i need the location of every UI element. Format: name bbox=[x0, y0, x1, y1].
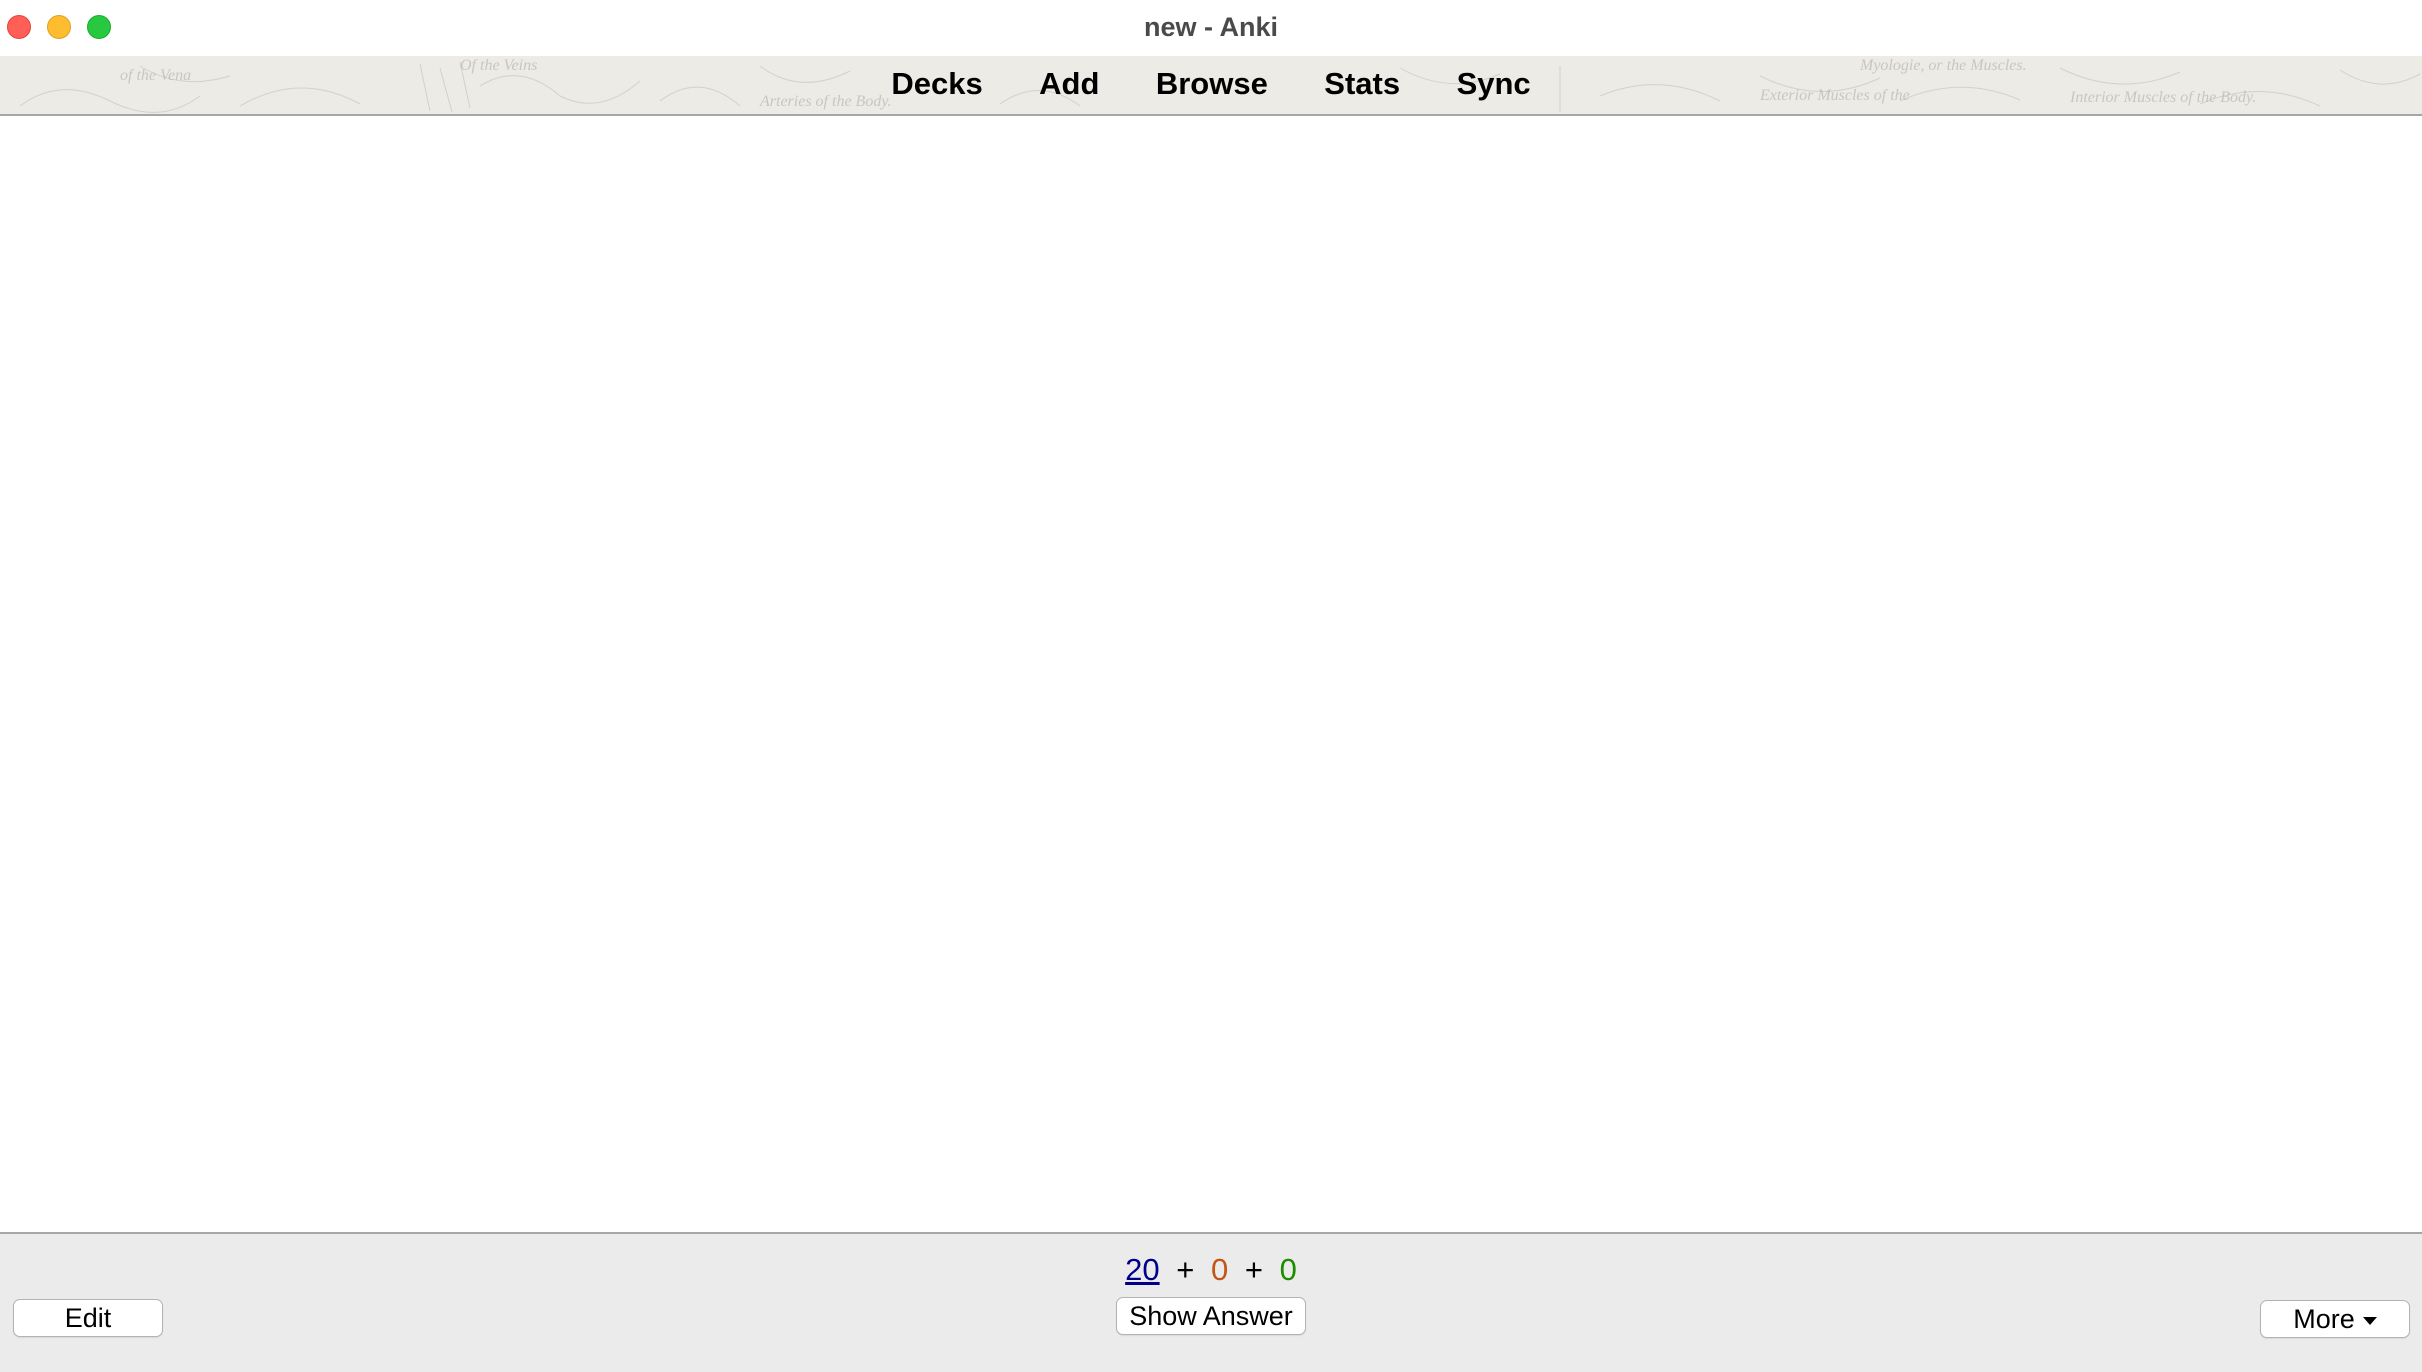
main-toolbar: Exterior Muscles of the Interior Muscles… bbox=[0, 56, 2422, 116]
count-separator: + bbox=[1244, 1252, 1263, 1287]
window-title: new - Anki bbox=[1143, 12, 1278, 42]
chevron-down-icon bbox=[2362, 1316, 2377, 1325]
toolbar-browse[interactable]: Browse bbox=[1156, 66, 1268, 102]
toolbar-add[interactable]: Add bbox=[1039, 66, 1099, 102]
show-answer-button[interactable]: Show Answer bbox=[1116, 1297, 1306, 1335]
toolbar-links: Decks Add Browse Stats Sync bbox=[0, 66, 2422, 102]
new-count[interactable]: 20 bbox=[1125, 1252, 1159, 1287]
review-bottom-bar: 20 + 0 + 0 Edit Show Answer More bbox=[0, 1232, 2422, 1372]
toolbar-stats[interactable]: Stats bbox=[1324, 66, 1400, 102]
count-separator: + bbox=[1176, 1252, 1195, 1287]
edit-button[interactable]: Edit bbox=[13, 1299, 163, 1337]
learn-count: 0 bbox=[1210, 1252, 1229, 1287]
title-bar: new - Anki bbox=[0, 0, 2422, 57]
more-button-label: More bbox=[2293, 1304, 2355, 1334]
toolbar-decks[interactable]: Decks bbox=[891, 66, 982, 102]
toolbar-sync[interactable]: Sync bbox=[1457, 66, 1531, 102]
more-button[interactable]: More bbox=[2260, 1300, 2410, 1338]
review-card-area bbox=[0, 116, 2422, 1232]
card-counts: 20 + 0 + 0 bbox=[0, 1252, 2422, 1288]
review-count: 0 bbox=[1279, 1252, 1297, 1287]
anki-window: new - Anki Exterior Muscles of the Inter… bbox=[0, 0, 2422, 1372]
